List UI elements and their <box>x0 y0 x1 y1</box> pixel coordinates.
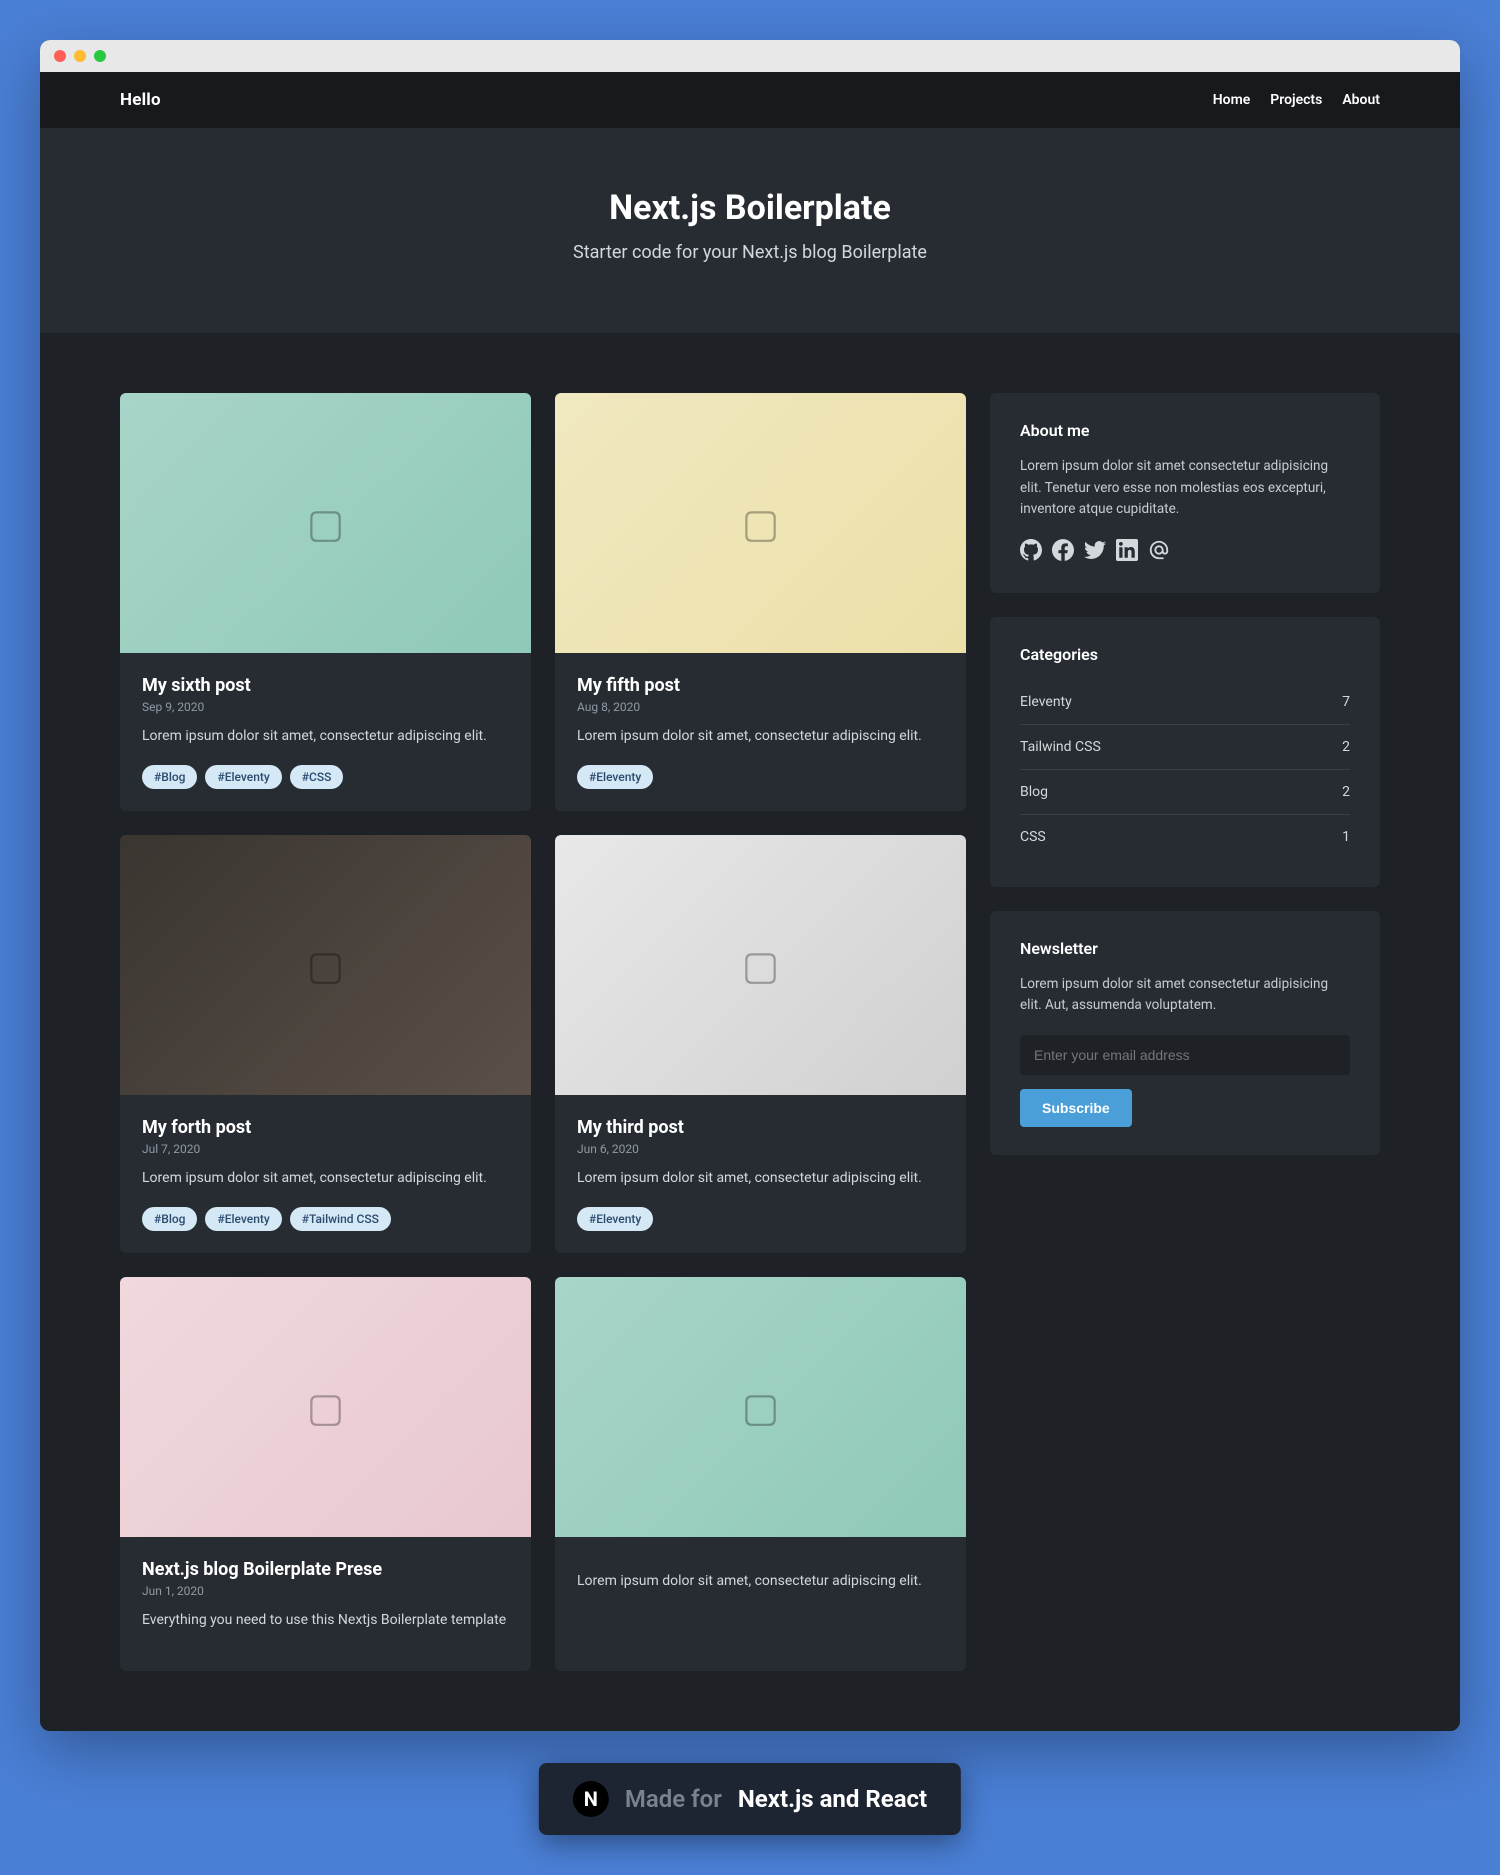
post-card[interactable]: ▢ Lorem ipsum dolor sit amet, consectetu… <box>555 1277 966 1671</box>
post-date: Jun 1, 2020 <box>142 1584 509 1598</box>
post-thumbnail[interactable]: ▢ <box>120 1277 531 1537</box>
category-name: CSS <box>1020 829 1046 845</box>
post-tags: #Blog #Eleventy #Tailwind CSS <box>142 1207 509 1231</box>
post-card[interactable]: ▢ My third post Jun 6, 2020 Lorem ipsum … <box>555 835 966 1253</box>
post-date: Jul 7, 2020 <box>142 1142 509 1156</box>
nextjs-icon: N <box>573 1781 609 1817</box>
category-name: Eleventy <box>1020 694 1072 710</box>
post-date: Jun 6, 2020 <box>577 1142 944 1156</box>
category-count: 2 <box>1342 784 1350 800</box>
post-tag[interactable]: #Blog <box>142 1207 197 1231</box>
sidebar: About me Lorem ipsum dolor sit amet cons… <box>990 393 1380 1671</box>
newsletter-title: Newsletter <box>1020 939 1350 958</box>
badge-target: Next.js and React <box>738 1785 927 1813</box>
hero-subtitle: Starter code for your Next.js blog Boile… <box>60 242 1440 263</box>
post-tag[interactable]: #Eleventy <box>577 765 653 789</box>
linkedin-icon[interactable] <box>1116 539 1138 565</box>
category-row[interactable]: Eleventy 7 <box>1020 680 1350 725</box>
category-row[interactable]: Blog 2 <box>1020 770 1350 815</box>
newsletter-widget: Newsletter Lorem ipsum dolor sit amet co… <box>990 911 1380 1155</box>
post-excerpt: Lorem ipsum dolor sit amet, consectetur … <box>142 726 509 747</box>
post-card[interactable]: ▢ My forth post Jul 7, 2020 Lorem ipsum … <box>120 835 531 1253</box>
category-row[interactable]: CSS 1 <box>1020 815 1350 859</box>
post-tags: #Eleventy <box>577 765 944 789</box>
close-icon[interactable] <box>54 50 66 62</box>
post-tag[interactable]: #Eleventy <box>205 1207 281 1231</box>
categories-title: Categories <box>1020 645 1350 664</box>
badge-made-for: Made for <box>625 1785 722 1813</box>
post-thumbnail[interactable]: ▢ <box>555 1277 966 1537</box>
post-title: My sixth post <box>142 675 509 696</box>
twitter-icon[interactable] <box>1084 539 1106 565</box>
hero: Next.js Boilerplate Starter code for you… <box>40 128 1460 333</box>
post-card[interactable]: ▢ My sixth post Sep 9, 2020 Lorem ipsum … <box>120 393 531 811</box>
newsletter-text: Lorem ipsum dolor sit amet consectetur a… <box>1020 974 1350 1017</box>
category-name: Tailwind CSS <box>1020 739 1101 755</box>
subscribe-button[interactable]: Subscribe <box>1020 1089 1132 1127</box>
post-excerpt: Lorem ipsum dolor sit amet, consectetur … <box>577 1168 944 1189</box>
category-row[interactable]: Tailwind CSS 2 <box>1020 725 1350 770</box>
window-titlebar <box>40 40 1460 72</box>
tech-badge[interactable]: N Made for Next.js and React <box>539 1763 961 1835</box>
about-text: Lorem ipsum dolor sit amet consectetur a… <box>1020 456 1350 521</box>
post-date: Sep 9, 2020 <box>142 700 509 714</box>
categories-widget: Categories Eleventy 7 Tailwind CSS 2 Blog 2 CS… <box>990 617 1380 887</box>
minimize-icon[interactable] <box>74 50 86 62</box>
post-thumbnail[interactable]: ▢ <box>120 393 531 653</box>
facebook-icon[interactable] <box>1052 539 1074 565</box>
post-title: My fifth post <box>577 675 944 696</box>
post-excerpt: Lorem ipsum dolor sit amet, consectetur … <box>577 1571 944 1592</box>
nav-home[interactable]: Home <box>1213 92 1251 108</box>
post-title: My third post <box>577 1117 944 1138</box>
post-excerpt: Everything you need to use this Nextjs B… <box>142 1610 509 1631</box>
navbar: Hello Home Projects About <box>40 72 1460 128</box>
post-title: Next.js blog Boilerplate Prese <box>142 1559 509 1580</box>
post-tag[interactable]: #Tailwind CSS <box>290 1207 391 1231</box>
post-tag[interactable]: #CSS <box>290 765 344 789</box>
post-tag[interactable]: #Blog <box>142 765 197 789</box>
category-count: 1 <box>1342 829 1350 845</box>
post-title: My forth post <box>142 1117 509 1138</box>
brand[interactable]: Hello <box>120 90 161 110</box>
post-card[interactable]: ▢ My fifth post Aug 8, 2020 Lorem ipsum … <box>555 393 966 811</box>
post-thumbnail[interactable]: ▢ <box>120 835 531 1095</box>
post-card[interactable]: ▢ Next.js blog Boilerplate Prese Jun 1, … <box>120 1277 531 1671</box>
post-excerpt: Lorem ipsum dolor sit amet, consectetur … <box>577 726 944 747</box>
category-count: 7 <box>1342 694 1350 710</box>
post-tag[interactable]: #Eleventy <box>577 1207 653 1231</box>
hero-title: Next.js Boilerplate <box>60 188 1440 228</box>
nav-projects[interactable]: Projects <box>1270 92 1322 108</box>
post-thumbnail[interactable]: ▢ <box>555 393 966 653</box>
post-date: Aug 8, 2020 <box>577 700 944 714</box>
email-input[interactable] <box>1020 1035 1350 1075</box>
social-links <box>1020 539 1350 565</box>
email-icon[interactable] <box>1148 539 1170 565</box>
nav-about[interactable]: About <box>1342 92 1380 108</box>
github-icon[interactable] <box>1020 539 1042 565</box>
post-tags: #Eleventy <box>577 1207 944 1231</box>
maximize-icon[interactable] <box>94 50 106 62</box>
about-widget: About me Lorem ipsum dolor sit amet cons… <box>990 393 1380 593</box>
post-tags: #Blog #Eleventy #CSS <box>142 765 509 789</box>
category-name: Blog <box>1020 784 1048 800</box>
post-tag[interactable]: #Eleventy <box>205 765 281 789</box>
categories-list: Eleventy 7 Tailwind CSS 2 Blog 2 CSS 1 <box>1020 680 1350 859</box>
category-count: 2 <box>1342 739 1350 755</box>
post-excerpt: Lorem ipsum dolor sit amet, consectetur … <box>142 1168 509 1189</box>
post-thumbnail[interactable]: ▢ <box>555 835 966 1095</box>
nav-links: Home Projects About <box>1213 92 1380 108</box>
about-title: About me <box>1020 421 1350 440</box>
posts-grid: ▢ My sixth post Sep 9, 2020 Lorem ipsum … <box>120 393 966 1671</box>
